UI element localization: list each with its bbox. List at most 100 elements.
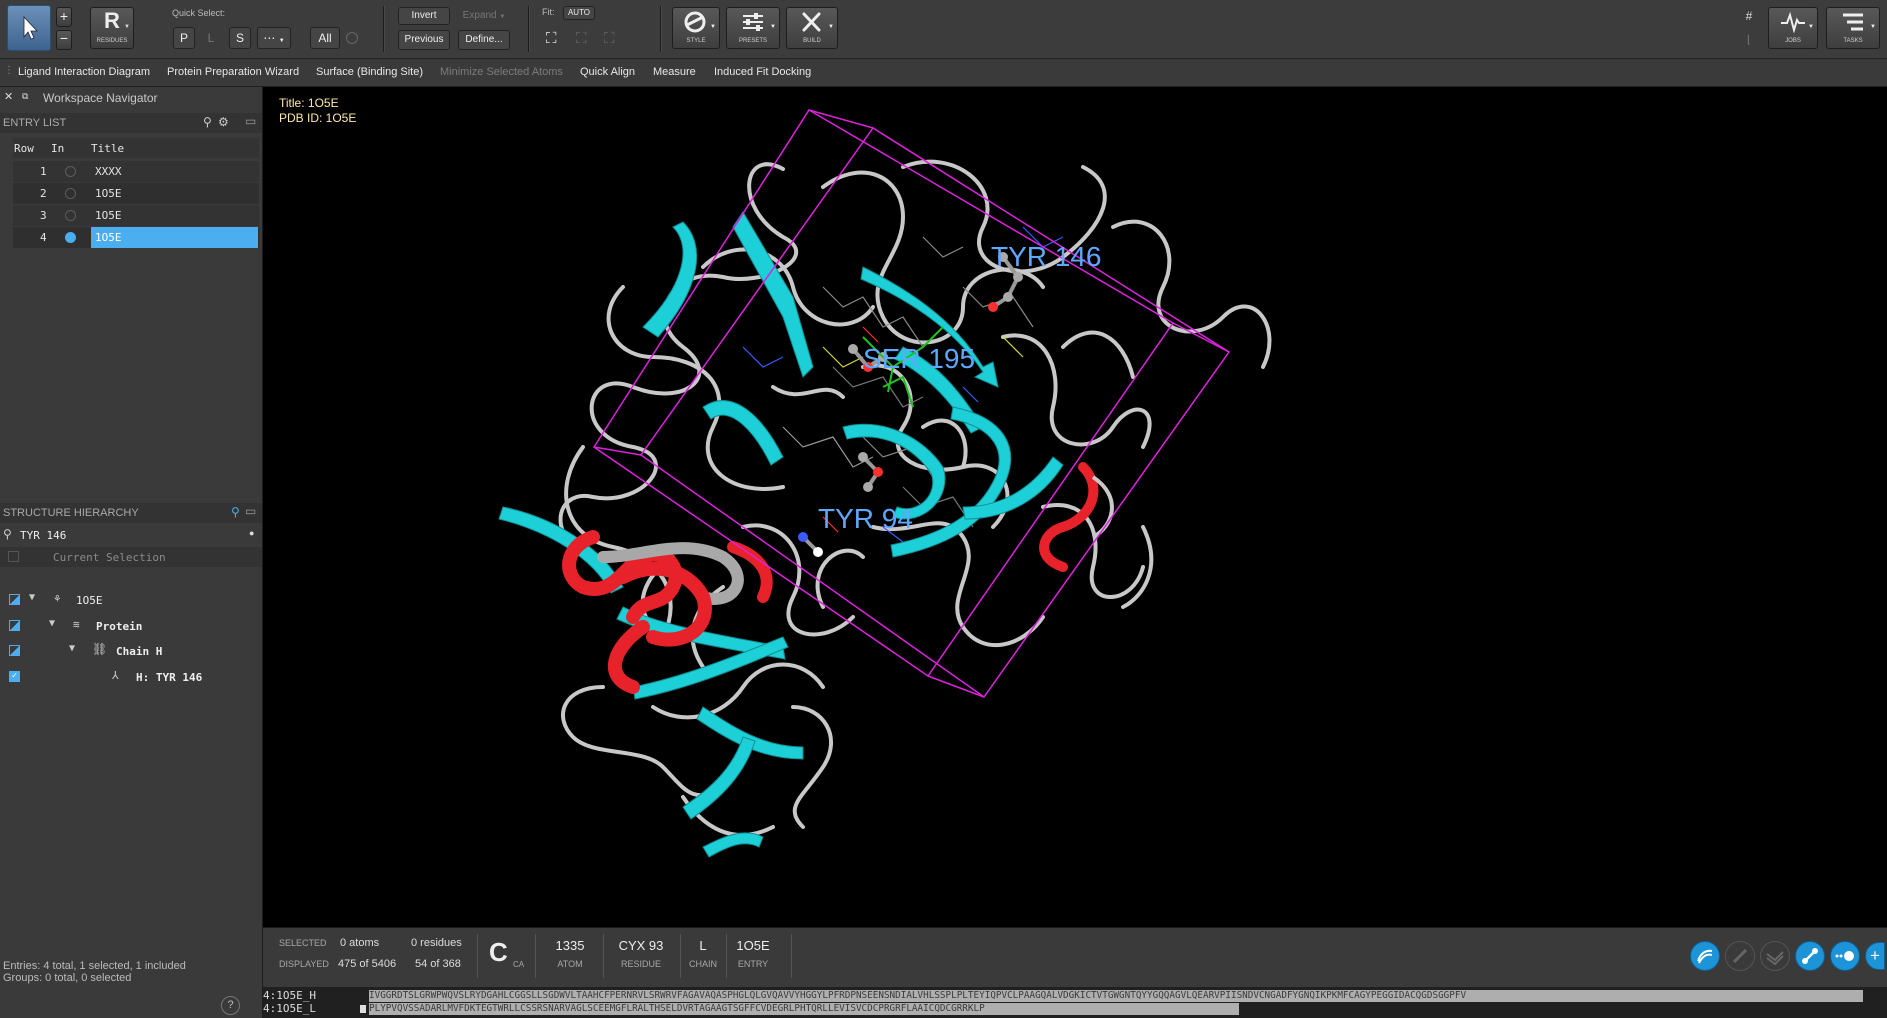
partial-check-icon[interactable]	[9, 620, 20, 631]
help-icon[interactable]: ?	[221, 996, 240, 1015]
activity-pulse-icon	[1781, 11, 1805, 34]
measure-link[interactable]: Measure	[653, 66, 696, 78]
add-style-button[interactable]: +	[1865, 942, 1885, 970]
column-in[interactable]: In	[51, 142, 64, 155]
entry-row-number: 1	[40, 165, 47, 178]
tasks-button[interactable]: TASKS ▼	[1826, 7, 1880, 49]
ligand-interaction-diagram-link[interactable]: Ligand Interaction Diagram	[18, 66, 150, 78]
float-icon[interactable]: ⧉	[22, 91, 28, 102]
workspace-navigator-title: Workspace Navigator	[43, 91, 158, 105]
ball-stick-icon	[1802, 948, 1818, 964]
entry-caption: ENTRY	[737, 959, 769, 969]
close-icon[interactable]: ✕	[4, 90, 13, 103]
tree-item[interactable]: ▼ ⛓ Chain H	[0, 641, 262, 661]
column-row[interactable]: Row	[14, 142, 34, 155]
sequence-chain-l[interactable]: PLYPVQVSSADARLMVFDKTEGTWRLLCSSRSNARVAGLS…	[369, 1003, 1239, 1015]
surface-binding-site-link[interactable]: Surface (Binding Site)	[316, 66, 423, 78]
ribbon-style-button[interactable]	[1690, 941, 1720, 971]
surface-style-button[interactable]	[1760, 941, 1790, 971]
selected-atoms: 0 atoms	[340, 937, 380, 949]
expand-triangle-icon[interactable]: ▼	[49, 618, 55, 629]
search-icon[interactable]: ⚲	[203, 115, 212, 129]
current-selection-checkbox[interactable]	[8, 551, 19, 562]
entry-row[interactable]: 3 1O5E	[13, 205, 259, 226]
select-tool-button[interactable]	[7, 5, 51, 51]
current-selection-row[interactable]: Current Selection	[0, 547, 262, 567]
chevron-down-icon: ▼	[278, 38, 285, 44]
tree-item[interactable]: ▼ ⚘ 1O5E	[0, 590, 262, 610]
fit-to-screen-icon[interactable]: ⛶	[546, 30, 564, 48]
fit-residues-icon[interactable]: ⛶	[604, 30, 622, 48]
style-button[interactable]: STYLE ▼	[672, 7, 720, 49]
minimize-icon[interactable]: ▭	[245, 114, 256, 128]
chain-value: L	[699, 938, 707, 953]
expand-triangle-icon[interactable]: ▼	[29, 592, 35, 603]
gear-icon[interactable]: ⚙	[218, 115, 229, 129]
previous-button[interactable]: Previous	[398, 30, 450, 50]
status-divider	[726, 934, 727, 978]
entry-row[interactable]: 4 1O5E	[13, 227, 259, 248]
presets-button[interactable]: PRESETS ▼	[726, 7, 780, 49]
residue-label-ser195: SER 195	[863, 343, 976, 374]
residues-pick-button[interactable]: R RESIDUES ▼	[90, 7, 134, 49]
ribbon-icon	[1697, 949, 1713, 964]
quick-select-ligand[interactable]: L	[200, 27, 222, 49]
chevron-down-icon: ▼	[770, 24, 776, 30]
chevron-down-icon: ▼	[710, 24, 716, 30]
hierarchy-search-input[interactable]: TYR 146	[20, 529, 66, 542]
partial-check-icon[interactable]	[9, 645, 20, 656]
quick-select-protein[interactable]: P	[173, 27, 195, 49]
invert-button[interactable]: Invert	[398, 7, 450, 25]
jobs-button[interactable]: JOBS ▼	[1768, 7, 1818, 49]
minimize-selected-atoms-link[interactable]: Minimize Selected Atoms	[440, 66, 563, 78]
tree-label: Protein	[96, 620, 143, 633]
build-tools-icon	[802, 12, 821, 32]
tree-label: H: TYR 146	[136, 671, 203, 684]
entry-include-toggle[interactable]	[65, 188, 76, 199]
clear-selection-icon[interactable]	[346, 32, 358, 44]
add-selection-button[interactable]: +	[56, 7, 72, 27]
minimize-icon[interactable]: ▭	[245, 504, 256, 518]
fit-selection-icon[interactable]: ⛶	[576, 30, 594, 48]
fit-auto-toggle[interactable]: AUTO	[563, 6, 595, 20]
expand-button[interactable]: Expand ▼	[458, 7, 510, 25]
entry-include-toggle[interactable]	[65, 166, 76, 177]
quick-align-link[interactable]: Quick Align	[580, 66, 635, 78]
tree-item[interactable]: ✓ ⅄ H: TYR 146	[0, 667, 262, 687]
entry-include-toggle[interactable]	[65, 232, 76, 243]
tree-item[interactable]: ▼ ≋ Protein	[0, 616, 262, 636]
expand-triangle-icon[interactable]: ▼	[69, 643, 75, 654]
status-bar: SELECTED 0 atoms 0 residues DISPLAYED 47…	[263, 927, 1887, 988]
quick-select-solvent[interactable]: S	[229, 27, 251, 49]
build-button[interactable]: BUILD ▼	[786, 7, 838, 49]
hierarchy-search-bar[interactable]: ⚲ TYR 146 ●	[0, 525, 262, 545]
residues-label: RESIDUES	[96, 38, 128, 44]
wire-style-button[interactable]	[1725, 941, 1755, 971]
checked-icon[interactable]: ✓	[9, 671, 20, 682]
protein-preparation-wizard-link[interactable]: Protein Preparation Wizard	[167, 66, 299, 78]
entry-row[interactable]: 1 XXXX	[13, 161, 259, 182]
entry-value: 1O5E	[736, 938, 770, 953]
drag-handle-icon[interactable]: ⋮	[4, 65, 14, 76]
cpk-style-button[interactable]	[1830, 941, 1860, 971]
atom-number: 1335	[555, 938, 585, 953]
entry-row-number: 2	[40, 187, 47, 200]
induced-fit-docking-link[interactable]: Induced Fit Docking	[714, 66, 811, 78]
3d-workspace-viewport[interactable]: Title: 1O5E PDB ID: 1O5E TYR 146 SER 195…	[263, 87, 1887, 927]
select-all-button[interactable]: All	[310, 27, 340, 49]
search-icon[interactable]: ⚲	[231, 505, 240, 519]
presets-label: PRESETS	[738, 38, 767, 44]
entry-include-toggle[interactable]	[65, 210, 76, 221]
entry-row[interactable]: 2 1O5E	[13, 183, 259, 204]
style-label: STYLE	[686, 38, 706, 44]
quick-select-more[interactable]: ⋯ ▼	[257, 27, 291, 49]
subtract-selection-button[interactable]: −	[56, 30, 72, 50]
define-button[interactable]: Define...	[458, 30, 510, 50]
partial-check-icon[interactable]	[9, 594, 20, 605]
corner-icon[interactable]: ⌊	[1742, 33, 1756, 47]
column-title[interactable]: Title	[91, 142, 124, 155]
clear-search-icon[interactable]: ●	[249, 528, 254, 538]
ball-stick-style-button[interactable]	[1795, 941, 1825, 971]
sequence-chain-h[interactable]: IVGGRDTSLGRWPWQVSLRYDGAHLCGGSLLSGDWVLTAA…	[369, 990, 1863, 1002]
grid-icon[interactable]: #	[1742, 9, 1756, 23]
